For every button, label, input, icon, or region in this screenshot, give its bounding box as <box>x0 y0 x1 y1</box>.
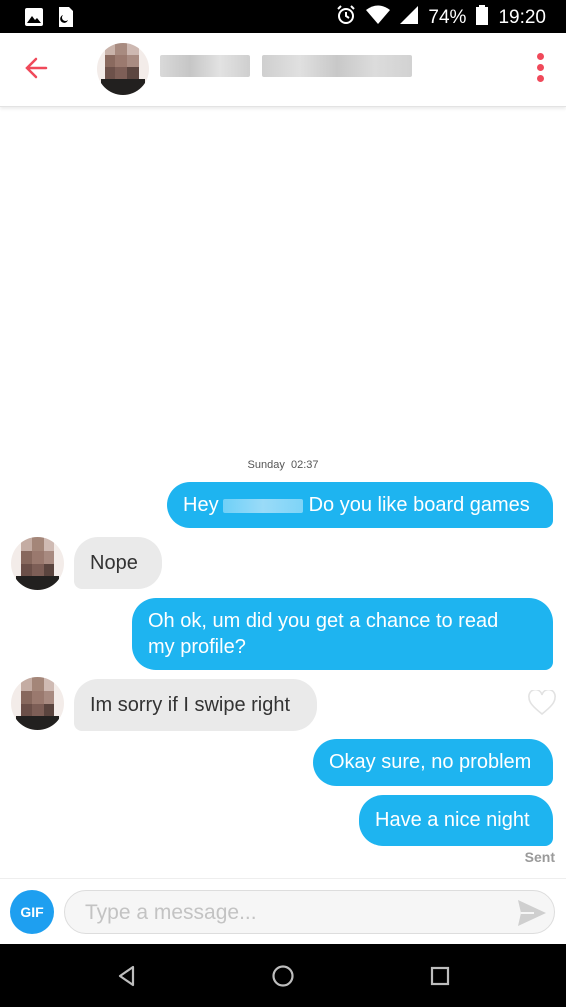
match-avatar[interactable] <box>11 537 64 590</box>
chat-timestamp: Sunday 02:37 <box>0 459 566 471</box>
send-icon <box>518 900 546 926</box>
signal-icon <box>400 6 419 30</box>
battery-icon <box>476 5 489 31</box>
message-field-container <box>64 890 555 934</box>
clock-text: 19:20 <box>498 7 546 28</box>
back-button[interactable] <box>22 53 52 83</box>
message-text-line: Oh ok, um did you get a chance to read <box>148 610 499 632</box>
outgoing-message[interactable]: Okay sure, no problem <box>313 739 553 786</box>
heart-like-icon[interactable] <box>528 688 556 716</box>
timestamp-day: Sunday <box>247 459 285 471</box>
send-button[interactable] <box>516 898 548 928</box>
system-nav-bar <box>0 944 566 1007</box>
composer-bar: GIF <box>0 878 566 944</box>
sim-icon <box>58 6 74 33</box>
home-circle-icon[interactable] <box>268 961 298 991</box>
outgoing-message[interactable]: Have a nice night <box>359 795 553 846</box>
outgoing-message[interactable]: Hey Do you like board games <box>167 482 553 528</box>
wifi-icon <box>366 5 391 31</box>
message-text: Okay sure, no problem <box>329 751 532 773</box>
incoming-message[interactable]: Im sorry if I swipe right <box>74 679 317 731</box>
kebab-menu-icon[interactable] <box>534 53 546 87</box>
match-name-redacted <box>160 55 412 79</box>
gallery-icon <box>24 7 44 32</box>
incoming-message[interactable]: Nope <box>74 537 162 589</box>
message-input[interactable] <box>85 899 505 927</box>
battery-text: 74% <box>428 7 467 28</box>
back-triangle-icon[interactable] <box>112 961 142 991</box>
status-bar: 74% 19:20 <box>0 0 566 33</box>
message-text: Hey <box>183 494 219 516</box>
timestamp-time: 02:37 <box>290 459 319 471</box>
message-text-line: my profile? <box>148 636 246 658</box>
recents-square-icon[interactable] <box>425 961 455 991</box>
redacted-name <box>222 498 303 513</box>
match-avatar[interactable] <box>11 677 64 730</box>
outgoing-message[interactable]: Oh ok, um did you get a chance to read m… <box>132 598 553 670</box>
gif-button[interactable]: GIF <box>10 890 54 934</box>
chat-screen: 74% 19:20 Sunday 02:37 Hey Do you like b… <box>0 0 566 1007</box>
match-avatar[interactable] <box>97 43 149 95</box>
message-text: Do you like board games <box>308 494 530 516</box>
alarm-icon <box>336 5 356 31</box>
message-text: Im sorry if I swipe right <box>90 694 291 716</box>
chat-header <box>0 33 566 107</box>
sent-status: Sent <box>524 849 555 865</box>
message-text: Nope <box>90 552 138 574</box>
message-text: Have a nice night <box>375 809 530 831</box>
arrow-left-icon <box>25 57 48 79</box>
